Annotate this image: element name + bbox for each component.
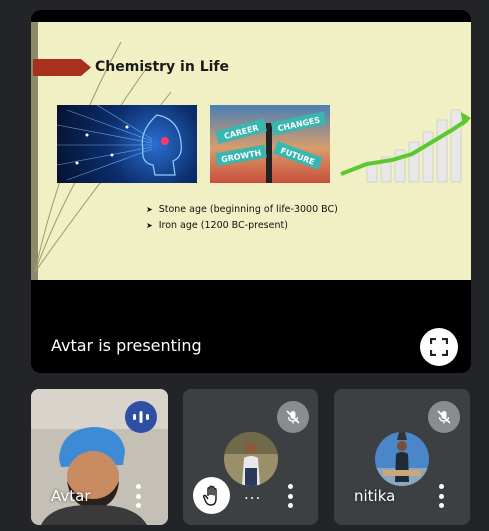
participant-name: ...: [244, 485, 262, 503]
more-options-button[interactable]: [438, 484, 444, 508]
raised-hand-indicator: [193, 477, 230, 514]
fullscreen-button[interactable]: [420, 328, 458, 366]
bullet-item: ➤ Stone age (beginning of life-3000 BC): [146, 204, 338, 215]
participant-tile-2[interactable]: ...: [183, 389, 318, 525]
bullet-arrow-icon: ➤: [146, 221, 153, 230]
participant-avatar: [375, 432, 429, 486]
participant-tile-avtar[interactable]: Avtar: [31, 389, 168, 525]
muted-indicator: [428, 401, 460, 433]
more-options-button[interactable]: [287, 484, 293, 508]
slide-title: Chemistry in Life: [95, 59, 229, 75]
mic-off-icon: [286, 410, 300, 424]
participant-tile-nitika[interactable]: nitika: [334, 389, 470, 525]
bullet-arrow-icon: ➤: [146, 205, 153, 214]
mic-off-icon: [437, 410, 451, 424]
participant-name: nitika: [354, 487, 396, 505]
shared-slide: Chemistry in Life CAREER CHANGES GROWTH …: [31, 22, 471, 280]
growth-chart-image: [337, 102, 471, 192]
speaking-indicator: [125, 401, 157, 433]
audio-wave-icon: [133, 411, 149, 423]
signpost-image: CAREER CHANGES GROWTH FUTURE: [210, 105, 330, 183]
participant-avatar: [224, 432, 278, 486]
bullet-item: ➤ Iron age (1200 BC-present): [146, 220, 288, 231]
fullscreen-icon: [430, 338, 448, 356]
muted-indicator: [277, 401, 309, 433]
ai-head-image: [57, 105, 197, 183]
presenting-label: Avtar is presenting: [51, 336, 202, 355]
presentation-stage: Chemistry in Life CAREER CHANGES GROWTH …: [31, 10, 471, 373]
more-options-button[interactable]: [135, 484, 141, 508]
raised-hand-icon: [202, 485, 217, 506]
slide-bullet-list: ➤ Stone age (beginning of life-3000 BC) ➤…: [146, 204, 338, 236]
participant-name: Avtar: [51, 487, 91, 505]
